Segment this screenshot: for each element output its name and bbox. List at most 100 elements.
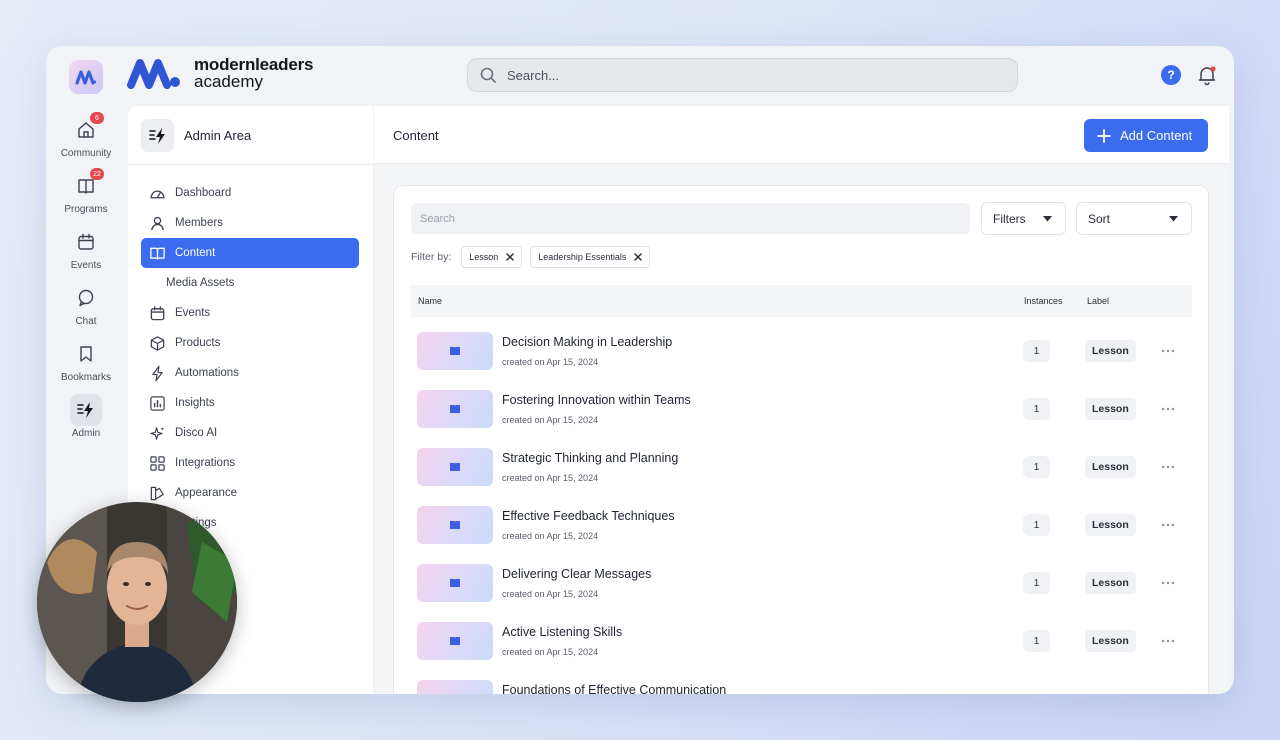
rail-item-community[interactable]: 6 Community <box>46 112 126 159</box>
column-header-instances[interactable]: Instances <box>1024 296 1063 306</box>
more-options-icon[interactable] <box>1160 575 1176 591</box>
app-logo-icon[interactable] <box>69 60 103 94</box>
nav-item-appearance[interactable]: Appearance <box>141 478 359 508</box>
page-title: Content <box>393 128 439 143</box>
book-icon <box>450 637 460 645</box>
rail-label-bookmarks: Bookmarks <box>60 372 111 383</box>
content-title[interactable]: Fostering Innovation within Teams <box>502 393 691 407</box>
add-content-button[interactable]: Add Content <box>1084 119 1208 152</box>
content-card: Search Filters Sort Filter by: Lesson Le… <box>393 185 1209 694</box>
rail-item-bookmarks[interactable]: Bookmarks <box>46 338 126 383</box>
filters-dropdown[interactable]: Filters <box>981 202 1066 235</box>
instances-count: 1 <box>1023 572 1050 594</box>
more-options-icon[interactable] <box>1160 343 1176 359</box>
global-search-input[interactable]: Search... <box>467 58 1018 92</box>
nav-label-appearance: Appearance <box>175 487 238 499</box>
close-icon[interactable] <box>506 253 515 261</box>
column-header-name[interactable]: Name <box>418 296 442 306</box>
more-options-icon[interactable] <box>1160 633 1176 649</box>
content-thumbnail <box>417 332 493 370</box>
filters-label: Filters <box>993 211 1026 226</box>
table-row[interactable]: Foundations of Effective Communication <box>411 673 1192 694</box>
help-button[interactable]: ? <box>1161 65 1181 85</box>
notifications-bell-icon[interactable] <box>1196 64 1218 86</box>
close-icon[interactable] <box>634 253 643 261</box>
brand-mark-icon <box>127 59 180 89</box>
nav-item-insights[interactable]: Insights <box>141 388 359 418</box>
instances-count: 1 <box>1023 398 1050 420</box>
table-row[interactable]: Effective Feedback Techniques created on… <box>411 499 1192 557</box>
more-options-icon[interactable] <box>1160 459 1176 475</box>
table-row[interactable]: Strategic Thinking and Planning created … <box>411 441 1192 499</box>
table-row[interactable]: Delivering Clear Messages created on Apr… <box>411 557 1192 615</box>
rail-item-events[interactable]: Events <box>46 226 126 271</box>
insights-chart-icon <box>150 395 165 411</box>
content-created-date: created on Apr 15, 2024 <box>502 589 599 599</box>
table-row[interactable]: Fostering Innovation within Teams create… <box>411 383 1192 441</box>
content-thumbnail <box>417 564 493 602</box>
table-row[interactable]: Decision Making in Leadership created on… <box>411 325 1192 383</box>
content-title[interactable]: Decision Making in Leadership <box>502 335 672 349</box>
nav-item-disco-ai[interactable]: Disco AI <box>141 418 359 448</box>
content-title[interactable]: Strategic Thinking and Planning <box>502 451 678 465</box>
nav-item-automations[interactable]: Automations <box>141 358 359 388</box>
nav-item-products[interactable]: Products <box>141 328 359 358</box>
content-thumbnail <box>417 448 493 486</box>
brand-name-line2: academy <box>194 72 263 91</box>
nav-item-events[interactable]: Events <box>141 298 359 328</box>
global-search-placeholder: Search... <box>507 67 560 83</box>
filter-by-label: Filter by: <box>411 251 452 263</box>
brand-logo[interactable]: modernleaders academy <box>126 56 313 90</box>
caret-down-icon <box>1169 215 1178 221</box>
nav-item-dashboard[interactable]: Dashboard <box>141 178 359 208</box>
content-created-date: created on Apr 15, 2024 <box>502 473 599 483</box>
nav-item-members[interactable]: Members <box>141 208 359 238</box>
content-title[interactable]: Foundations of Effective Communication <box>502 683 726 694</box>
rail-label-community: Community <box>60 148 112 159</box>
content-created-date: created on Apr 15, 2024 <box>502 415 599 425</box>
rail-item-programs[interactable]: 22 Programs <box>46 168 126 215</box>
nav-item-content[interactable]: Content <box>141 238 359 268</box>
book-icon <box>450 347 460 355</box>
instances-count: 1 <box>1023 340 1050 362</box>
table-header: Name Instances Label <box>411 285 1192 317</box>
admin-area-title: Admin Area <box>184 128 252 143</box>
rail-label-chat: Chat <box>75 316 97 327</box>
webcam-overlay <box>37 502 237 702</box>
nav-label-integrations: Integrations <box>175 457 236 469</box>
content-search-input[interactable]: Search <box>411 203 970 234</box>
rail-item-chat[interactable]: Chat <box>46 282 126 327</box>
rail-item-admin[interactable]: Admin <box>46 394 126 439</box>
main-panel: Content Add Content Search Filters Sort … <box>374 106 1229 694</box>
book-icon <box>450 579 460 587</box>
content-title[interactable]: Active Listening Skills <box>502 625 622 639</box>
label-tag: Lesson <box>1085 572 1136 594</box>
label-tag: Lesson <box>1085 398 1136 420</box>
nav-label-automations: Automations <box>175 367 239 379</box>
content-table-body: Decision Making in Leadership created on… <box>411 325 1192 694</box>
book-icon <box>450 463 460 471</box>
brand-name-line1: modernleaders <box>194 55 314 74</box>
filter-chip-lesson[interactable]: Lesson <box>461 246 523 268</box>
more-options-icon[interactable] <box>1160 401 1176 417</box>
nav-label-members: Members <box>175 217 223 229</box>
admin-area-header: Admin Area <box>141 119 251 152</box>
content-title[interactable]: Delivering Clear Messages <box>502 567 651 581</box>
nav-item-integrations[interactable]: Integrations <box>141 448 359 478</box>
label-tag: Lesson <box>1085 456 1136 478</box>
filter-chip-leadership-essentials[interactable]: Leadership Essentials <box>530 246 651 268</box>
admin-area-icon <box>141 119 174 152</box>
nav-label-events: Events <box>175 307 211 319</box>
sidebar-divider <box>128 164 373 165</box>
more-options-icon[interactable] <box>1160 517 1176 533</box>
members-user-icon <box>151 216 164 230</box>
column-header-label[interactable]: Label <box>1087 296 1109 306</box>
sort-dropdown[interactable]: Sort <box>1076 202 1192 235</box>
admin-icon <box>77 402 93 418</box>
events-calendar-icon <box>150 305 165 320</box>
book-icon <box>450 405 460 413</box>
content-title[interactable]: Effective Feedback Techniques <box>502 509 675 523</box>
table-row[interactable]: Active Listening Skills created on Apr 1… <box>411 615 1192 673</box>
nav-item-media-assets[interactable]: Media Assets <box>141 268 359 298</box>
dashboard-gauge-icon <box>150 189 165 198</box>
